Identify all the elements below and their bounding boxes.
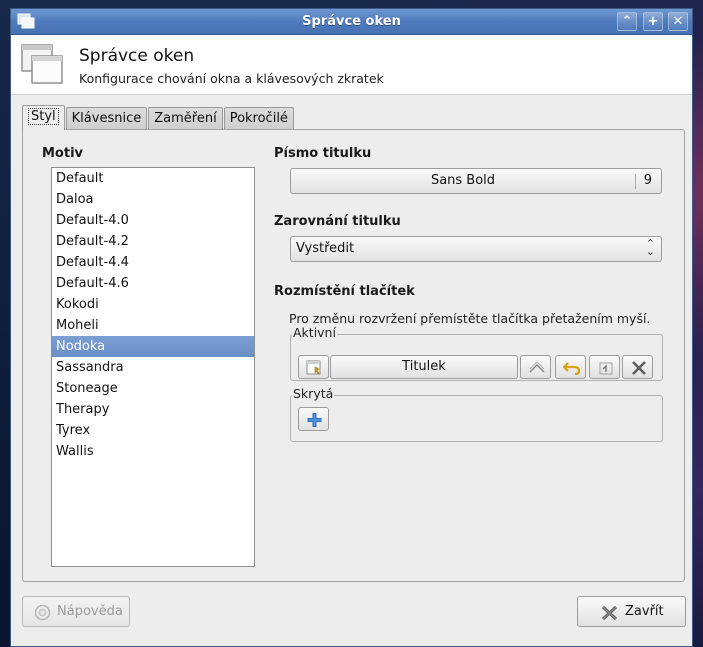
theme-list[interactable]: Default Daloa Default-4.0 Default-4.2 De…: [51, 167, 255, 567]
title-alignment-select[interactable]: Vystředit ⌃ ⌄: [290, 236, 662, 262]
settings-window: Správce oken ⌃ + ✕ Správce oken Konfigur…: [10, 8, 693, 647]
updown-arrow-icon: ⌃ ⌄: [645, 237, 655, 258]
stick-button-slot[interactable]: [555, 355, 586, 379]
list-item[interactable]: Tyrex: [52, 420, 254, 441]
window-title: Správce oken: [302, 14, 401, 29]
list-item[interactable]: Moheli: [52, 315, 254, 336]
header-subtitle: Konfigurace chování okna a klávesových z…: [79, 71, 384, 86]
list-item[interactable]: Stoneage: [52, 378, 254, 399]
title-font-label: Písmo titulku: [274, 146, 372, 161]
window-manager-icon: [21, 44, 63, 84]
font-separator: [635, 174, 636, 189]
list-item[interactable]: Default: [52, 168, 254, 189]
tab-bar: Styl Klávesnice Zaměření Pokročilé: [22, 105, 295, 130]
title-slot-button[interactable]: Titulek: [330, 355, 518, 379]
dialog-header: Správce oken Konfigurace chování okna a …: [11, 35, 692, 95]
list-item[interactable]: Daloa: [52, 189, 254, 210]
font-name: Sans Bold: [430, 173, 496, 188]
button-layout-label: Rozmístění tlačítek: [274, 284, 415, 299]
active-label: Aktivní: [292, 325, 337, 340]
maximize-icon[interactable]: +: [643, 12, 663, 31]
hide-button-slot[interactable]: [589, 355, 620, 379]
list-item[interactable]: Default-4.0: [52, 210, 254, 231]
list-item[interactable]: Default-4.2: [52, 231, 254, 252]
close-label: Zavřít: [625, 604, 664, 619]
help-button[interactable]: Nápověda: [22, 596, 130, 627]
shade-icon[interactable]: ⌃: [617, 12, 637, 31]
list-item[interactable]: Kokodi: [52, 294, 254, 315]
shade-icon: [529, 361, 545, 373]
font-size: 9: [643, 173, 652, 188]
close-icon: [632, 361, 646, 375]
tab-keyboard[interactable]: Klávesnice: [65, 107, 148, 129]
close-button[interactable]: Zavřít: [577, 596, 686, 627]
window-menu-icon: [306, 360, 321, 375]
tab-focus[interactable]: Zaměření: [148, 107, 223, 129]
plus-icon: [307, 413, 322, 427]
help-label: Nápověda: [57, 604, 123, 619]
title-alignment-value: Vystředit: [296, 241, 355, 256]
title-alignment-label: Zarovnání titulku: [274, 214, 401, 229]
help-icon: [34, 604, 51, 621]
theme-label: Motiv: [42, 146, 84, 161]
shade-button-slot[interactable]: [520, 355, 551, 379]
close-x-icon: [601, 605, 618, 621]
list-item[interactable]: Default-4.4: [52, 252, 254, 273]
tab-advanced[interactable]: Pokročilé: [223, 107, 294, 129]
tab-style[interactable]: Styl: [22, 105, 65, 130]
hidden-label: Skrytá: [292, 386, 335, 401]
undo-arrow-icon: [563, 362, 581, 376]
title-font-button[interactable]: Sans Bold 9: [290, 168, 662, 194]
window-titlebar[interactable]: Správce oken ⌃ + ✕: [11, 9, 692, 35]
list-item[interactable]: Sassandra: [52, 357, 254, 378]
list-item[interactable]: Wallis: [52, 441, 254, 462]
header-title: Správce oken: [79, 46, 195, 66]
list-item-selected[interactable]: Nodoka: [52, 336, 254, 357]
button-layout-hint: Pro změnu rozvržení přemístěte tlačítka …: [289, 311, 651, 326]
list-item[interactable]: Default-4.6: [52, 273, 254, 294]
list-item[interactable]: Therapy: [52, 399, 254, 420]
menu-button-slot[interactable]: [298, 355, 329, 379]
close-window-icon[interactable]: ✕: [668, 12, 688, 31]
tab-style-label: Styl: [28, 108, 59, 125]
close-button-slot[interactable]: [622, 355, 653, 379]
minimize-icon: [599, 362, 613, 375]
add-button[interactable]: [298, 407, 329, 431]
hidden-buttons-frame: [290, 395, 663, 442]
